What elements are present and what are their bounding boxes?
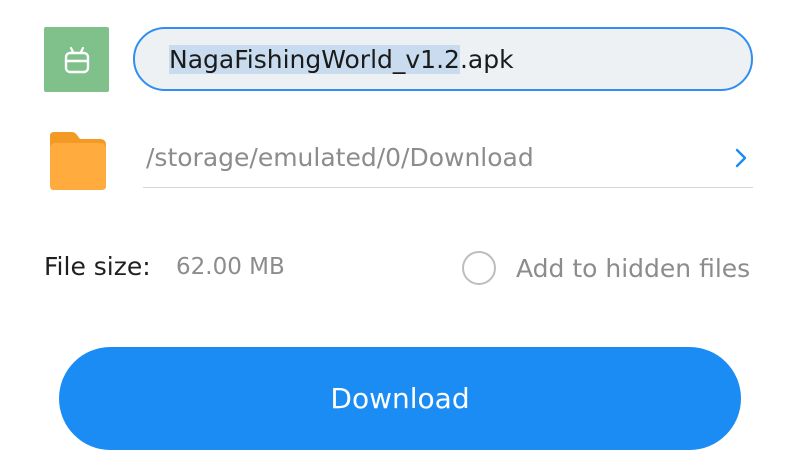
file-size-label: File size: xyxy=(44,252,151,281)
filename-input[interactable]: NagaFishingWorld_v1.2 .apk xyxy=(133,27,753,91)
download-button-label: Download xyxy=(330,382,470,415)
filename-extension: .apk xyxy=(459,44,514,74)
hidden-files-radio[interactable] xyxy=(462,251,496,285)
chevron-right-icon xyxy=(731,143,751,173)
download-button[interactable]: Download xyxy=(59,347,741,450)
filename-selected-text: NagaFishingWorld_v1.2 xyxy=(169,44,460,74)
folder-icon xyxy=(44,128,110,194)
download-path-text: /storage/emulated/0/Download xyxy=(146,143,534,172)
download-path-selector[interactable]: /storage/emulated/0/Download xyxy=(143,132,753,188)
android-apk-icon xyxy=(44,27,109,92)
file-size-value: 62.00 MB xyxy=(176,254,285,280)
add-to-hidden-files-toggle[interactable]: Add to hidden files xyxy=(462,248,750,288)
hidden-files-label: Add to hidden files xyxy=(516,253,751,283)
